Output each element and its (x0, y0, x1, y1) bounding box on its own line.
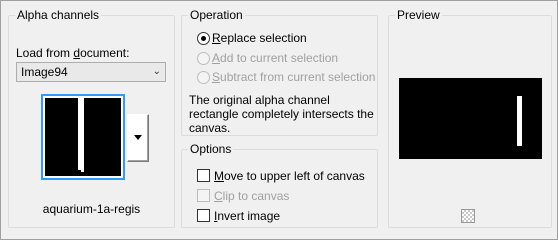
checkbox-invert-image-label: Invert image (214, 209, 281, 223)
load-from-document-label: Load from document: (16, 46, 130, 60)
preview-group: Preview (388, 8, 552, 228)
radio-button[interactable] (197, 71, 210, 84)
operation-title: Operation (188, 8, 245, 22)
radio-replace-selection-label: Replace selection (212, 31, 307, 45)
triangle-down-icon (134, 135, 142, 140)
preview-title: Preview (395, 8, 442, 22)
document-select[interactable]: Image94 ⌄ (16, 62, 166, 82)
checkbox-move-to-upper-left-label: Move to upper left of canvas (214, 169, 365, 183)
alpha-channel-thumbnail-image (45, 98, 121, 176)
document-select-value: Image94 (21, 65, 68, 79)
checker-navigate-icon[interactable] (461, 209, 475, 223)
checkbox[interactable] (197, 209, 210, 222)
checkbox-clip-to-canvas-label: Clip to canvas (214, 189, 290, 203)
load-selection-from-alpha-dialog: Alpha channels Load from document: Image… (0, 0, 558, 240)
operation-description: The original alpha channel rectangle com… (189, 93, 374, 135)
channel-dropdown-button[interactable] (127, 114, 149, 162)
alpha-channels-title: Alpha channels (15, 8, 102, 22)
options-group: Options Move to upper left of canvas Cli… (181, 142, 378, 228)
preview-mask-stripe-tail (520, 138, 522, 146)
checkbox[interactable] (197, 189, 210, 202)
radio-add-to-selection-label: Add to current selection (212, 51, 339, 65)
operation-group: Operation Replace selection Add to curre… (181, 8, 378, 136)
radio-button-checked[interactable] (197, 32, 210, 45)
alpha-channels-group: Alpha channels Load from document: Image… (8, 8, 175, 228)
thumbnail-mask-stripe-tail (81, 158, 84, 172)
chevron-down-icon: ⌄ (152, 66, 161, 77)
radio-button[interactable] (197, 52, 210, 65)
checkbox[interactable] (197, 169, 210, 182)
alpha-channel-name: aquarium-1a-regis (42, 202, 141, 216)
radio-subtract-from-selection-label: Subtract from current selection (212, 70, 376, 84)
alpha-channel-thumbnail[interactable] (41, 94, 125, 180)
preview-canvas (399, 78, 542, 159)
options-title: Options (188, 142, 234, 156)
